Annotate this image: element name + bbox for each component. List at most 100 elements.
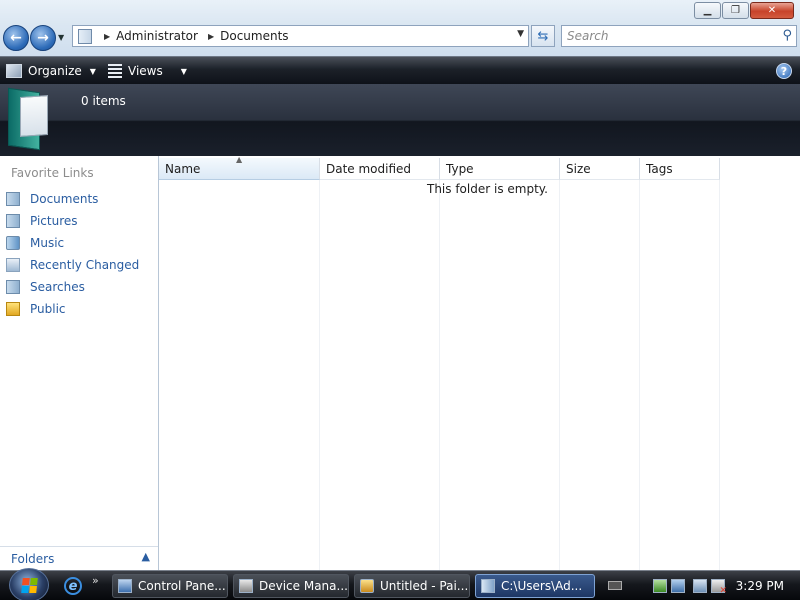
- breadcrumb-separator-icon[interactable]: ▶: [208, 32, 214, 41]
- security-icon[interactable]: [653, 579, 667, 593]
- column-divider: [719, 180, 720, 570]
- column-divider: [319, 180, 320, 570]
- folder-icon: [78, 28, 92, 44]
- forward-arrow-icon: →: [37, 30, 49, 46]
- column-header-type[interactable]: Type: [440, 158, 560, 180]
- column-header-size[interactable]: Size: [560, 158, 640, 180]
- column-header-label: Type: [446, 161, 474, 176]
- internet-explorer-icon[interactable]: e: [64, 577, 82, 595]
- close-icon: ✕: [767, 4, 777, 16]
- favorite-link-label: Recently Changed: [30, 258, 140, 272]
- navigation-pane: Favorite Links Documents Pictures Music …: [0, 156, 159, 570]
- restore-icon: ❐: [731, 4, 740, 16]
- favorite-link-pictures[interactable]: Pictures: [6, 210, 139, 232]
- taskbar-button-explorer[interactable]: C:\Users\Ad...: [475, 574, 595, 598]
- start-button[interactable]: [9, 568, 49, 600]
- chevron-up-icon[interactable]: ▲: [142, 550, 150, 563]
- column-divider: [639, 180, 640, 570]
- address-row: ← → ▼ ▶ Administrator ▶ Documents ▼ ⇆ ⚲: [0, 24, 800, 56]
- folders-label: Folders: [11, 552, 55, 566]
- favorite-link-label: Searches: [30, 280, 85, 294]
- command-bar: Organize ▼ Views ▼ ?: [0, 56, 800, 84]
- breadcrumb-separator-icon[interactable]: ▶: [104, 32, 110, 41]
- caption-buttons: ▁ ❐ ✕: [694, 2, 794, 19]
- close-button[interactable]: ✕: [750, 2, 794, 19]
- column-divider: [439, 180, 440, 570]
- favorite-link-recently-changed[interactable]: Recently Changed: [6, 254, 139, 276]
- breadcrumb-documents[interactable]: Documents: [220, 29, 288, 43]
- favorite-link-label: Music: [30, 236, 65, 250]
- pictures-icon: [6, 214, 20, 228]
- column-header-date-modified[interactable]: Date modified: [320, 158, 440, 180]
- refresh-button[interactable]: ⇆: [531, 25, 555, 47]
- views-button[interactable]: Views ▼: [108, 61, 187, 81]
- back-button[interactable]: ←: [3, 25, 29, 51]
- folders-bar[interactable]: Folders ▲: [0, 546, 158, 570]
- favorite-link-label: Pictures: [30, 214, 78, 228]
- notification-area: 3:29 PM: [608, 574, 800, 598]
- sort-ascending-icon: ▲: [236, 155, 243, 164]
- favorite-link-public[interactable]: Public: [6, 298, 139, 320]
- volume-muted-icon[interactable]: [711, 579, 727, 596]
- empty-folder-message: This folder is empty.: [427, 182, 548, 196]
- views-label: Views: [128, 64, 163, 78]
- search-box: ⚲: [561, 25, 797, 47]
- details-header: 0 items: [0, 84, 800, 156]
- favorite-link-searches[interactable]: Searches: [6, 276, 139, 298]
- column-header-tags[interactable]: Tags: [640, 158, 720, 180]
- paint-icon: [360, 579, 374, 593]
- address-bar[interactable]: ▶ Administrator ▶ Documents ▼: [72, 25, 529, 47]
- column-header-name[interactable]: ▲ Name: [159, 155, 320, 180]
- music-icon: [6, 236, 20, 250]
- task-label: C:\Users\Ad...: [501, 579, 583, 593]
- searches-icon: [6, 280, 20, 294]
- public-folder-icon: [6, 302, 20, 316]
- favorite-link-documents[interactable]: Documents: [6, 188, 139, 210]
- address-dropdown-icon[interactable]: ▼: [517, 29, 524, 39]
- minimize-icon: ▁: [703, 4, 712, 16]
- taskbar: e » Control Pane... Device Mana... Untit…: [0, 568, 800, 600]
- chevron-down-icon: ▼: [89, 66, 96, 76]
- recently-changed-icon: [6, 258, 20, 272]
- quick-launch-more-icon[interactable]: »: [92, 574, 99, 587]
- taskbar-button-device-manager[interactable]: Device Mana...: [233, 574, 349, 598]
- control-panel-icon: [118, 579, 132, 593]
- help-icon[interactable]: ?: [776, 63, 792, 79]
- taskbar-button-paint[interactable]: Untitled - Pai...: [354, 574, 470, 598]
- file-list: ▲ Name Date modified Type Size Tags This…: [159, 155, 800, 570]
- favorite-links-list: Documents Pictures Music Recently Change…: [6, 188, 139, 320]
- task-label: Control Pane...: [138, 579, 226, 593]
- network-icon[interactable]: [693, 579, 707, 593]
- column-header-label: Size: [566, 161, 591, 176]
- column-header-label: Name: [165, 161, 201, 176]
- search-icon[interactable]: ⚲: [782, 28, 792, 43]
- item-count: 0 items: [81, 94, 126, 108]
- column-header-label: Tags: [646, 161, 673, 176]
- recent-pages-dropdown[interactable]: ▼: [58, 33, 64, 42]
- minimize-button[interactable]: ▁: [694, 2, 721, 19]
- clock[interactable]: 3:29 PM: [736, 579, 784, 593]
- favorite-links-heading: Favorite Links: [11, 166, 94, 180]
- windows-logo-icon: [20, 577, 38, 593]
- favorite-link-label: Public: [30, 302, 66, 316]
- organize-button[interactable]: Organize ▼: [6, 61, 96, 81]
- column-divider: [559, 180, 560, 570]
- maximize-button[interactable]: ❐: [722, 2, 749, 19]
- keyboard-icon[interactable]: [608, 581, 622, 590]
- favorite-link-label: Documents: [30, 192, 99, 206]
- organize-label: Organize: [28, 64, 82, 78]
- sync-icon[interactable]: [671, 579, 685, 593]
- column-header-label: Date modified: [326, 161, 412, 176]
- task-label: Untitled - Pai...: [380, 579, 469, 593]
- refresh-icon: ⇆: [537, 28, 549, 44]
- favorite-link-music[interactable]: Music: [6, 232, 139, 254]
- chevron-down-icon: ▼: [180, 66, 187, 76]
- window-titlebar: ▁ ❐ ✕: [0, 0, 800, 24]
- views-icon: [108, 64, 122, 78]
- breadcrumb-administrator[interactable]: Administrator: [116, 29, 198, 43]
- back-arrow-icon: ←: [10, 30, 22, 46]
- taskbar-button-control-panel[interactable]: Control Pane...: [112, 574, 228, 598]
- search-input[interactable]: [567, 27, 767, 45]
- forward-button[interactable]: →: [30, 25, 56, 51]
- organize-icon: [6, 64, 22, 78]
